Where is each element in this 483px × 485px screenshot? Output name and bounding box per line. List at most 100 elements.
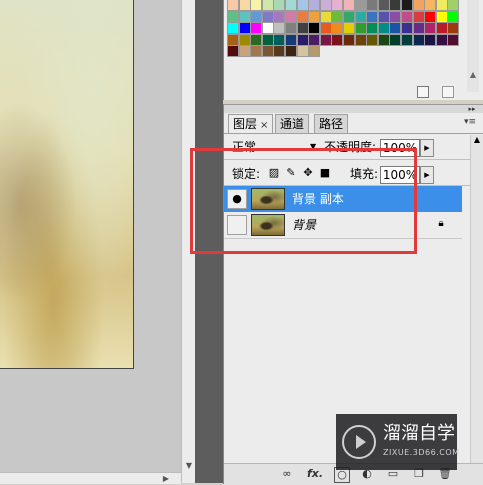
color-swatch[interactable] bbox=[250, 22, 263, 35]
color-swatch[interactable] bbox=[273, 0, 286, 11]
color-swatch[interactable] bbox=[261, 22, 274, 35]
color-swatch[interactable] bbox=[296, 22, 309, 35]
scroll-up-arrow-icon[interactable]: ▲ bbox=[467, 70, 479, 80]
color-swatch[interactable] bbox=[296, 33, 309, 46]
color-swatch[interactable] bbox=[354, 10, 367, 23]
color-swatch[interactable] bbox=[412, 10, 425, 23]
collapse-panel-icon[interactable]: ▸▸ bbox=[462, 105, 482, 113]
color-swatch[interactable] bbox=[238, 33, 251, 46]
color-swatch[interactable] bbox=[319, 10, 332, 23]
layers-scrollbar[interactable]: ▲ bbox=[470, 135, 483, 465]
panel-title-bar[interactable]: ▸▸ bbox=[224, 105, 483, 113]
color-swatch[interactable] bbox=[343, 33, 355, 46]
color-swatch[interactable] bbox=[354, 0, 367, 11]
scroll-right-arrow-icon[interactable]: ▶ bbox=[160, 473, 172, 484]
color-swatch[interactable] bbox=[412, 22, 425, 35]
color-swatch[interactable] bbox=[296, 0, 309, 11]
color-swatch[interactable] bbox=[250, 10, 263, 23]
color-swatch[interactable] bbox=[447, 10, 460, 23]
color-swatch[interactable] bbox=[308, 45, 321, 58]
color-swatch[interactable] bbox=[227, 10, 239, 23]
color-swatch[interactable] bbox=[447, 33, 460, 46]
color-swatch[interactable] bbox=[273, 22, 286, 35]
color-swatch[interactable] bbox=[343, 0, 355, 11]
color-swatch[interactable] bbox=[377, 10, 390, 23]
color-swatch[interactable] bbox=[377, 33, 390, 46]
color-swatch[interactable] bbox=[377, 0, 390, 11]
opacity-slider-arrow-icon[interactable]: ▶ bbox=[420, 139, 434, 157]
color-swatch[interactable] bbox=[331, 33, 344, 46]
color-swatch[interactable] bbox=[227, 22, 239, 35]
color-swatch[interactable] bbox=[238, 0, 251, 11]
color-swatch[interactable] bbox=[401, 0, 413, 11]
delete-swatch-icon[interactable] bbox=[442, 86, 454, 98]
color-swatch[interactable] bbox=[308, 33, 321, 46]
color-swatch[interactable] bbox=[343, 22, 355, 35]
color-swatch[interactable] bbox=[366, 10, 379, 23]
fill-slider-arrow-icon[interactable]: ▶ bbox=[420, 166, 434, 184]
color-swatch[interactable] bbox=[261, 45, 274, 58]
color-swatch[interactable] bbox=[296, 45, 309, 58]
color-swatch[interactable] bbox=[447, 22, 460, 35]
color-swatch[interactable] bbox=[285, 45, 297, 58]
color-swatch[interactable] bbox=[354, 33, 367, 46]
color-swatch[interactable] bbox=[285, 33, 297, 46]
color-swatch[interactable] bbox=[366, 0, 379, 11]
color-swatch[interactable] bbox=[319, 22, 332, 35]
color-swatch[interactable] bbox=[308, 22, 321, 35]
color-swatch[interactable] bbox=[273, 33, 286, 46]
color-swatch[interactable] bbox=[319, 33, 332, 46]
color-swatch[interactable] bbox=[273, 10, 286, 23]
color-swatch[interactable] bbox=[261, 0, 274, 11]
color-swatch[interactable] bbox=[238, 10, 251, 23]
scroll-down-arrow-icon[interactable]: ▼ bbox=[182, 461, 196, 471]
scroll-up-arrow-icon[interactable]: ▲ bbox=[471, 135, 483, 145]
color-swatch[interactable] bbox=[424, 10, 437, 23]
color-swatch[interactable] bbox=[412, 33, 425, 46]
color-swatch[interactable] bbox=[435, 22, 448, 35]
color-swatch[interactable] bbox=[238, 22, 251, 35]
color-swatch[interactable] bbox=[435, 0, 448, 11]
color-swatch[interactable] bbox=[435, 33, 448, 46]
panel-menu-icon[interactable]: ▾≡ bbox=[462, 117, 478, 129]
color-swatch[interactable] bbox=[401, 22, 413, 35]
color-swatch[interactable] bbox=[389, 33, 402, 46]
color-swatch[interactable] bbox=[227, 33, 239, 46]
color-swatch[interactable] bbox=[308, 10, 321, 23]
tab-channels[interactable]: 通道 bbox=[275, 114, 310, 133]
color-swatch[interactable] bbox=[227, 0, 239, 11]
color-swatch[interactable] bbox=[331, 10, 344, 23]
color-swatch[interactable] bbox=[250, 0, 263, 11]
color-swatch[interactable] bbox=[273, 45, 286, 58]
horizontal-scrollbar[interactable]: ▶ bbox=[0, 472, 181, 484]
color-swatch[interactable] bbox=[377, 22, 390, 35]
new-swatch-icon[interactable] bbox=[417, 86, 429, 98]
color-swatch[interactable] bbox=[331, 0, 344, 11]
tab-paths[interactable]: 路径 bbox=[314, 114, 349, 133]
document-canvas-area[interactable]: ▼ ▶ bbox=[0, 0, 196, 484]
color-swatch[interactable] bbox=[343, 10, 355, 23]
color-swatch[interactable] bbox=[308, 0, 321, 11]
color-swatch[interactable] bbox=[389, 22, 402, 35]
color-swatch[interactable] bbox=[285, 10, 297, 23]
swatches-scrollbar[interactable]: ▲ bbox=[467, 0, 479, 92]
color-swatch[interactable] bbox=[401, 33, 413, 46]
color-swatch[interactable] bbox=[401, 10, 413, 23]
color-swatch[interactable] bbox=[261, 33, 274, 46]
link-icon[interactable]: ∞ bbox=[278, 467, 296, 481]
color-swatch[interactable] bbox=[412, 0, 425, 11]
color-swatch[interactable] bbox=[319, 0, 332, 11]
color-swatch[interactable] bbox=[238, 45, 251, 58]
color-swatch[interactable] bbox=[331, 22, 344, 35]
color-swatch[interactable] bbox=[285, 22, 297, 35]
close-tab-icon[interactable]: × bbox=[260, 120, 268, 131]
document-image[interactable] bbox=[0, 0, 134, 369]
fx-icon[interactable]: fx. bbox=[306, 467, 324, 481]
color-swatch[interactable] bbox=[366, 22, 379, 35]
color-swatch[interactable] bbox=[227, 45, 239, 58]
color-swatch[interactable] bbox=[424, 0, 437, 11]
color-swatch[interactable] bbox=[366, 33, 379, 46]
color-swatch[interactable] bbox=[285, 0, 297, 11]
color-swatch[interactable] bbox=[389, 0, 402, 11]
color-swatch[interactable] bbox=[447, 0, 460, 11]
